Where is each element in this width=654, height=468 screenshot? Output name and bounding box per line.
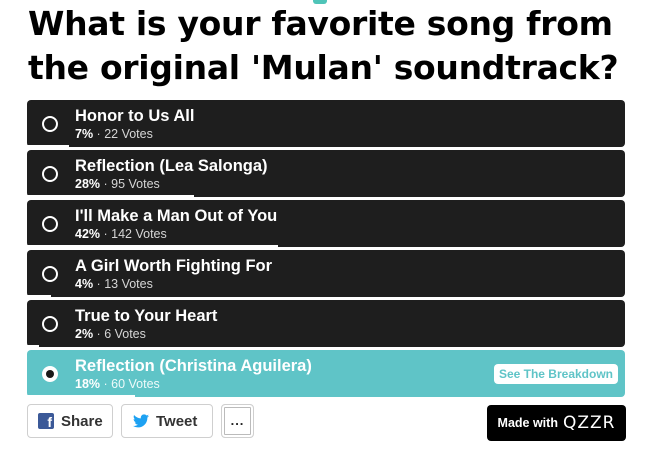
- option-stats: 28% · 95 Votes: [75, 177, 160, 191]
- option-votes: 95 Votes: [111, 177, 160, 191]
- poll-option[interactable]: Honor to Us All 7% · 22 Votes: [27, 100, 625, 147]
- option-label: Reflection (Lea Salonga): [75, 157, 268, 175]
- poll-option[interactable]: Reflection (Lea Salonga) 28% · 95 Votes: [27, 150, 625, 197]
- option-stats: 4% · 13 Votes: [75, 277, 153, 291]
- more-dots-icon: ...: [230, 413, 245, 428]
- option-percent: 18%: [75, 377, 101, 391]
- poll-option[interactable]: True to Your Heart 2% · 6 Votes: [27, 300, 625, 347]
- facebook-share-button[interactable]: f Share: [27, 404, 113, 438]
- twitter-bird-icon: [133, 414, 149, 428]
- radio-selected-icon[interactable]: [42, 366, 58, 382]
- see-breakdown-button[interactable]: See The Breakdown: [493, 364, 618, 384]
- radio-icon[interactable]: [42, 166, 58, 182]
- option-label: A Girl Worth Fighting For: [75, 257, 273, 275]
- poll-options: Honor to Us All 7% · 22 Votes Reflection…: [27, 100, 625, 400]
- quiz-title: What is your favorite song from the orig…: [28, 4, 619, 87]
- radio-icon[interactable]: [42, 116, 58, 132]
- option-votes: 6 Votes: [104, 327, 146, 341]
- poll-option-selected[interactable]: Reflection (Christina Aguilera) 18% · 60…: [27, 350, 625, 397]
- result-bar: [27, 395, 135, 397]
- option-percent: 4%: [75, 277, 94, 291]
- made-with-label: Made with: [497, 416, 558, 430]
- option-label: Reflection (Christina Aguilera): [75, 357, 312, 375]
- qzzr-logo: QZZR: [562, 413, 616, 433]
- option-stats: 42% · 142 Votes: [75, 227, 167, 241]
- result-bar: [27, 145, 69, 147]
- result-bar: [27, 245, 279, 247]
- result-bar: [27, 345, 39, 347]
- radio-icon[interactable]: [42, 216, 58, 232]
- twitter-tweet-button[interactable]: Tweet: [121, 404, 213, 438]
- result-bar: [27, 295, 51, 297]
- option-label: True to Your Heart: [75, 307, 218, 325]
- option-percent: 42%: [75, 227, 101, 241]
- option-percent: 7%: [75, 127, 94, 141]
- result-bar: [27, 195, 195, 197]
- radio-icon[interactable]: [42, 316, 58, 332]
- option-votes: 13 Votes: [104, 277, 153, 291]
- option-stats: 7% · 22 Votes: [75, 127, 153, 141]
- option-label: I'll Make a Man Out of You: [75, 207, 278, 225]
- option-votes: 22 Votes: [104, 127, 153, 141]
- facebook-share-label: Share: [61, 412, 103, 430]
- more-options-button[interactable]: ...: [221, 404, 254, 438]
- option-label: Honor to Us All: [75, 107, 195, 125]
- made-with-qzzr-badge[interactable]: Made with QZZR: [487, 405, 626, 441]
- option-stats: 2% · 6 Votes: [75, 327, 146, 341]
- option-votes: 142 Votes: [111, 227, 167, 241]
- facebook-icon: f: [38, 413, 54, 430]
- option-percent: 28%: [75, 177, 101, 191]
- option-stats: 18% · 60 Votes: [75, 377, 160, 391]
- option-votes: 60 Votes: [111, 377, 160, 391]
- twitter-tweet-label: Tweet: [156, 412, 198, 430]
- option-percent: 2%: [75, 327, 94, 341]
- poll-option[interactable]: A Girl Worth Fighting For 4% · 13 Votes: [27, 250, 625, 297]
- radio-icon[interactable]: [42, 266, 58, 282]
- poll-option[interactable]: I'll Make a Man Out of You 42% · 142 Vot…: [27, 200, 625, 247]
